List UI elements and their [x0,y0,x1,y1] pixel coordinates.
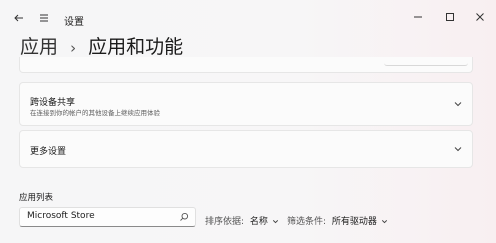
filter-value: 所有驱动器 [331,217,377,227]
back-button[interactable] [13,12,25,26]
chevron-down-icon[interactable] [452,98,464,110]
chevron-down-icon [272,220,278,224]
card-subtitle: 在连接到你的帐户的其他设备上继续应用体验 [30,109,160,117]
search-icon[interactable] [179,212,189,222]
maximize-icon [446,13,454,21]
hamburger-menu-icon [40,14,48,22]
page-title: 应用和功能 [88,36,184,58]
minimize-icon [414,16,422,18]
chevron-down-icon [381,220,387,224]
close-icon [476,13,484,21]
sort-dropdown[interactable]: 排序依据: 名称 [205,214,280,227]
partial-card [19,57,473,73]
filter-dropdown[interactable]: 筛选条件: 所有驱动器 [287,214,389,227]
share-across-devices-card[interactable]: 跨设备共享 在连接到你的帐户的其他设备上继续应用体验 [19,82,473,126]
maximize-button[interactable] [444,8,456,27]
search-value: Microsoft Store [27,211,95,221]
breadcrumb-separator: › [70,39,77,57]
window-title: 设置 [64,17,84,28]
sort-label: 排序依据: [205,217,245,227]
partial-control [384,55,468,66]
filter-label: 筛选条件: [287,217,327,227]
back-arrow-icon [14,14,23,22]
sort-value: 名称 [249,217,268,227]
chevron-down-icon[interactable] [452,143,464,155]
minimize-button[interactable] [412,8,424,27]
card-title: 更多设置 [30,147,67,157]
app-search-input[interactable]: Microsoft Store [19,207,196,227]
app-list-label: 应用列表 [19,193,54,203]
more-settings-card[interactable]: 更多设置 [19,130,473,168]
close-button[interactable] [474,8,486,27]
breadcrumb-parent[interactable]: 应用 [20,36,58,58]
menu-button[interactable] [38,12,50,26]
breadcrumb: 应用 › 应用和功能 [20,32,183,59]
